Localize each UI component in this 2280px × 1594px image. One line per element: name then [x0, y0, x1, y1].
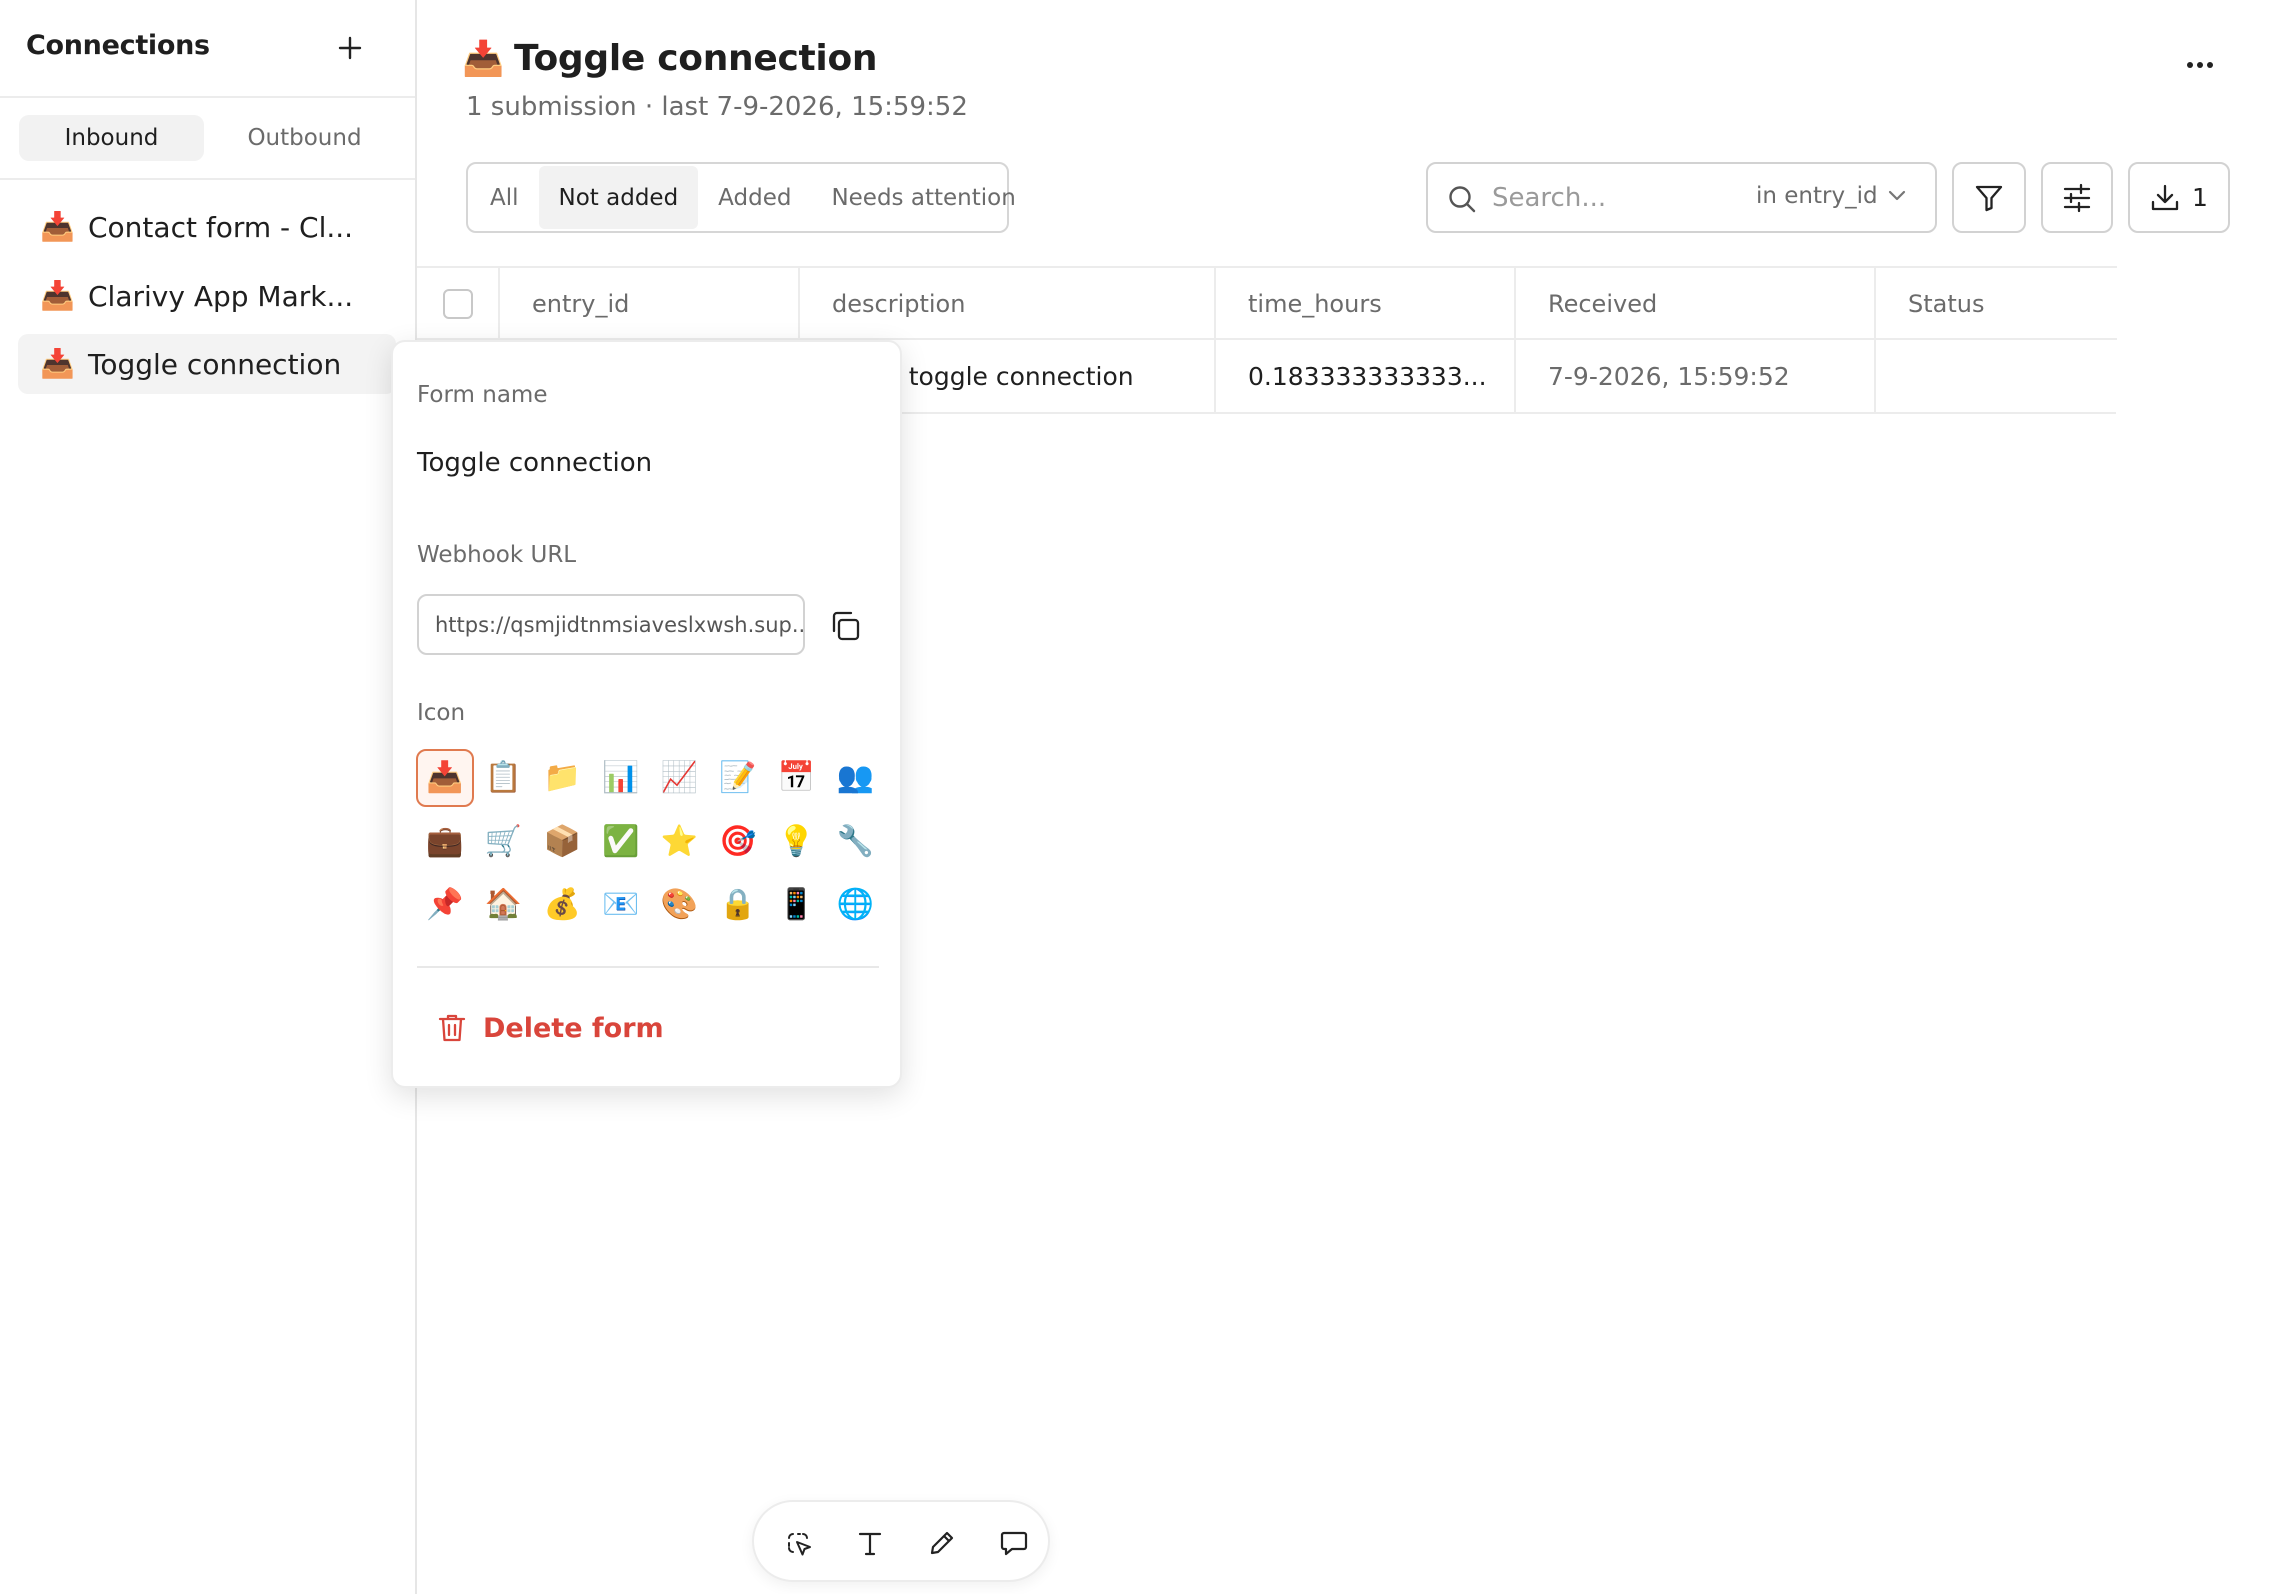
filter-all[interactable]: All — [470, 166, 539, 229]
column-header-description[interactable]: description — [800, 268, 1216, 340]
copy-webhook-button[interactable] — [823, 604, 867, 648]
select-all-checkbox[interactable] — [442, 289, 473, 319]
sidebar-header: Connections — [0, 0, 415, 98]
trend-chart-icon-option[interactable]: 📈 — [650, 749, 708, 807]
icon-label: Icon — [417, 700, 466, 726]
annotation-toolbar — [752, 1500, 1050, 1582]
inbox-tray-icon: 📥 — [40, 210, 75, 243]
money-bag-icon-option[interactable]: 💰 — [533, 876, 591, 934]
select-tool-button[interactable] — [776, 1521, 820, 1565]
bar-chart-icon-option[interactable]: 📊 — [592, 749, 650, 807]
connection-icon: 📥 — [462, 39, 505, 79]
globe-icon-option[interactable]: 🌐 — [826, 876, 884, 934]
webhook-url-label: Webhook URL — [417, 542, 577, 568]
form-name-label: Form name — [417, 382, 548, 408]
cursor-select-icon — [788, 1533, 811, 1556]
inbox-tray-icon: 📥 — [40, 347, 75, 380]
form-name-field[interactable]: Toggle connection — [417, 448, 652, 478]
star-icon-option[interactable]: ⭐ — [650, 813, 708, 871]
palette-icon-option[interactable]: 🎨 — [650, 876, 708, 934]
export-count: 1 — [2192, 183, 2208, 212]
lock-icon-option[interactable]: 🔒 — [709, 876, 767, 934]
select-all-cell — [417, 268, 500, 340]
filter-button[interactable] — [1952, 162, 2026, 233]
memo-icon-option[interactable]: 📝 — [709, 749, 767, 807]
text-tool-button[interactable] — [848, 1521, 892, 1565]
filter-added[interactable]: Added — [698, 166, 811, 229]
briefcase-icon-option[interactable]: 💼 — [416, 813, 474, 871]
people-icon-option[interactable]: 👥 — [826, 749, 884, 807]
page-title: Toggle connection — [514, 38, 878, 79]
search-scope-label: in entry_id — [1756, 183, 1878, 209]
table-header-row: entry_id description time_hours Received… — [417, 266, 2117, 340]
cell-status — [1876, 340, 2116, 412]
pencil-icon — [930, 1531, 954, 1555]
status-filter: All Not added Added Needs attention — [466, 162, 1016, 233]
direction-tabs: Inbound Outbound — [0, 98, 415, 180]
target-icon-option[interactable]: 🎯 — [709, 813, 767, 871]
calendar-icon-option[interactable]: 📅 — [768, 749, 826, 807]
filter-needs-attention[interactable]: Needs attention — [811, 166, 1035, 229]
delete-form-button[interactable]: Delete form — [437, 1012, 664, 1044]
column-header-received[interactable]: Received — [1516, 268, 1876, 340]
search-scope-select[interactable]: in entry_id — [1756, 183, 1906, 209]
comment-icon — [1000, 1531, 1028, 1556]
cell-received: 7-9-2026, 15:59:52 — [1516, 340, 1876, 412]
sliders-icon — [2063, 183, 2091, 212]
draw-tool-button[interactable] — [920, 1521, 964, 1565]
copy-icon — [832, 611, 860, 641]
column-header-entry-id[interactable]: entry_id — [500, 268, 800, 340]
form-settings-popover: Form name Toggle connection Webhook URL … — [391, 340, 902, 1088]
envelope-icon-option[interactable]: 📧 — [592, 876, 650, 934]
divider — [417, 966, 879, 968]
trash-icon — [438, 1014, 466, 1042]
inbox-tray-icon: 📥 — [40, 279, 75, 312]
search-input[interactable] — [1490, 174, 1740, 222]
download-icon — [2151, 184, 2179, 210]
delete-form-label: Delete form — [483, 1012, 664, 1044]
columns-settings-button[interactable] — [2041, 162, 2113, 233]
sidebar-item-contact-form[interactable]: 📥 Contact form - Cl... — [18, 197, 396, 257]
sidebar-item-label: Contact form - Cl... — [88, 210, 354, 244]
column-header-time-hours[interactable]: time_hours — [1216, 268, 1516, 340]
package-icon-option[interactable]: 📦 — [533, 813, 591, 871]
phone-icon-option[interactable]: 📱 — [768, 876, 826, 934]
more-options-button[interactable] — [2178, 48, 2222, 82]
plus-icon — [338, 36, 362, 60]
check-icon-option[interactable]: ✅ — [592, 813, 650, 871]
lightbulb-icon-option[interactable]: 💡 — [768, 813, 826, 871]
cell-time-hours: 0.183333333333... — [1216, 340, 1516, 412]
sidebar-item-label: Clarivy App Mark... — [88, 279, 354, 313]
sidebar-title: Connections — [26, 30, 210, 61]
folder-icon-option[interactable]: 📁 — [533, 749, 591, 807]
chevron-down-icon — [1888, 190, 1905, 201]
export-button[interactable]: 1 — [2128, 162, 2230, 233]
more-horizontal-icon — [2187, 62, 2213, 68]
filter-not-added[interactable]: Not added — [538, 166, 699, 229]
pushpin-icon-option[interactable]: 📌 — [416, 876, 474, 934]
text-icon — [858, 1532, 882, 1556]
add-connection-button[interactable] — [330, 28, 370, 68]
search-icon — [1449, 186, 1476, 213]
search-box: in entry_id — [1426, 162, 1937, 233]
sidebar-item-clarivy-app[interactable]: 📥 Clarivy App Mark... — [18, 266, 396, 326]
comment-tool-button[interactable] — [992, 1521, 1036, 1565]
webhook-url-field[interactable]: https://qsmjidtnmsiaveslxwsh.sup... — [417, 594, 805, 655]
sidebar-item-label: Toggle connection — [88, 347, 342, 381]
house-icon-option[interactable]: 🏠 — [475, 876, 533, 934]
connections-sidebar: Connections Inbound Outbound 📥 Contact f… — [0, 0, 417, 1594]
tab-outbound[interactable]: Outbound — [212, 115, 397, 161]
clipboard-icon-option[interactable]: 📋 — [475, 749, 533, 807]
cart-icon-option[interactable]: 🛒 — [475, 813, 533, 871]
inbox-tray-icon-option[interactable]: 📥 — [416, 749, 474, 807]
wrench-icon-option[interactable]: 🔧 — [826, 813, 884, 871]
column-header-status[interactable]: Status — [1876, 268, 2116, 340]
sidebar-item-toggle-connection[interactable]: 📥 Toggle connection — [18, 334, 396, 394]
filter-icon — [1975, 185, 2003, 211]
tab-inbound[interactable]: Inbound — [19, 115, 204, 161]
submission-summary: 1 submission · last 7-9-2026, 15:59:52 — [466, 92, 968, 122]
